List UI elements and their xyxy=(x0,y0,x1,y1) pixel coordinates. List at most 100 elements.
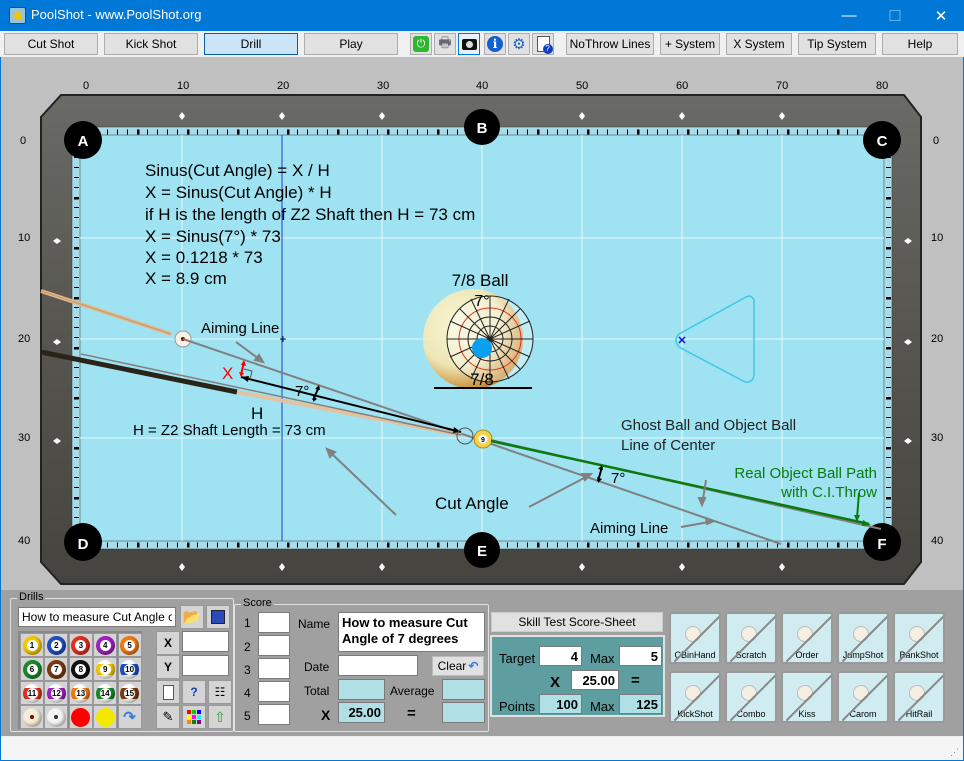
settings-button[interactable]: ⚙ xyxy=(508,33,530,55)
shot-type-jumpshot-button[interactable]: JumpShot xyxy=(837,612,889,664)
plus-system-button[interactable]: + System xyxy=(660,33,720,55)
save-drill-button[interactable] xyxy=(206,605,230,629)
shot-type-bankshot-button[interactable]: BankShot xyxy=(893,612,945,664)
target-value[interactable]: 4 xyxy=(539,646,582,666)
ball-3-button[interactable]: 3 xyxy=(68,633,93,657)
cushion-tick xyxy=(707,542,708,548)
skill-multiplier[interactable]: 25.00 xyxy=(571,670,619,690)
marker-ball-button[interactable] xyxy=(93,705,118,729)
shot-type-kickshot-button[interactable]: KickShot xyxy=(669,671,721,723)
marker-ball-button[interactable] xyxy=(68,705,93,729)
shot-type-label: Kiss xyxy=(798,709,816,719)
score-3-input[interactable] xyxy=(258,658,290,679)
table-canvas[interactable]: 0 10 20 30 40 50 60 70 80 0 10 20 30 40 … xyxy=(1,57,963,590)
shot-type-carom-button[interactable]: Carom xyxy=(837,671,889,723)
clear-button[interactable]: Clear ↶ xyxy=(432,656,484,676)
x-label: X xyxy=(222,364,233,383)
mode-kick-shot-button[interactable]: Kick Shot xyxy=(104,33,198,55)
cushion-tick xyxy=(767,542,768,548)
ball-2-button[interactable]: 2 xyxy=(44,633,69,657)
drill-help-button[interactable]: ? xyxy=(182,680,206,704)
maximize-button[interactable]: ☐ xyxy=(872,0,918,31)
print-button[interactable]: 🖶 xyxy=(434,33,456,55)
shot-type-combo-button[interactable]: Combo xyxy=(725,671,777,723)
cushion-tick xyxy=(287,129,290,135)
edit-notes-button[interactable]: ✎ xyxy=(156,705,180,729)
score-2-input[interactable] xyxy=(258,635,290,656)
y-coordinate-label: Y xyxy=(156,655,180,679)
cushion-tick xyxy=(387,542,390,548)
date-input[interactable] xyxy=(338,655,418,676)
ball-12-button[interactable]: 12 xyxy=(44,681,69,705)
cushion-tick xyxy=(657,129,658,135)
target-max-value[interactable]: 5 xyxy=(619,646,662,666)
help-doc-button[interactable]: ? xyxy=(532,33,554,55)
ball-8-button[interactable]: 8 xyxy=(68,657,93,681)
print-icon: 🖶 xyxy=(438,34,452,50)
score-4-input[interactable] xyxy=(258,681,290,702)
shot-type-hitrail-button[interactable]: HitRail xyxy=(893,671,945,723)
ball-5-button[interactable]: 5 xyxy=(117,633,142,657)
drill-name-input[interactable] xyxy=(18,607,176,627)
cushion-tick xyxy=(157,542,158,548)
drill-name-field[interactable]: How to measure Cut Angle of 7 degrees xyxy=(338,612,485,652)
info-button[interactable]: i xyxy=(484,33,506,55)
mode-cut-shot-button[interactable]: Cut Shot xyxy=(4,33,98,55)
ball-6-button[interactable]: 6 xyxy=(20,657,44,681)
tip-system-button[interactable]: Tip System xyxy=(798,33,876,55)
cushion-tick xyxy=(447,129,448,135)
cushion-tick xyxy=(137,129,140,135)
no-throw-lines-button[interactable]: NoThrow Lines xyxy=(566,33,654,55)
power-button[interactable]: ⏻ xyxy=(410,33,432,55)
cushion-tick xyxy=(886,217,891,218)
ball-15-button[interactable]: 15 xyxy=(117,681,142,705)
x-coordinate-input[interactable] xyxy=(182,631,229,652)
shot-type-kiss-button[interactable]: Kiss xyxy=(781,671,833,723)
mode-play-button[interactable]: Play xyxy=(304,33,398,55)
app-icon xyxy=(9,7,26,24)
mode-drill-button[interactable]: Drill xyxy=(204,33,298,55)
drill-list-button[interactable]: ☷ xyxy=(208,680,232,704)
minimize-button[interactable]: — xyxy=(826,0,872,31)
ball-11-button[interactable]: 11 xyxy=(20,681,44,705)
new-document-icon xyxy=(162,684,174,700)
shot-type-cbinhand-button[interactable]: CBinHand xyxy=(669,612,721,664)
camera-icon xyxy=(461,38,477,50)
help-button[interactable]: Help xyxy=(882,33,958,55)
ball-14-button[interactable]: 14 xyxy=(93,681,118,705)
redo-button[interactable]: ↷ xyxy=(117,705,142,729)
cushion-tick xyxy=(127,129,128,135)
x-system-button[interactable]: X System xyxy=(726,33,792,55)
camera-button[interactable] xyxy=(458,33,480,55)
ball-10-button[interactable]: 10 xyxy=(117,657,142,681)
cushion-tick xyxy=(74,497,79,500)
export-drill-button[interactable]: ⇧ xyxy=(208,705,232,729)
cushion-tick xyxy=(74,487,79,488)
ball-13-button[interactable]: 13 xyxy=(68,681,93,705)
open-drill-button[interactable]: 📂 xyxy=(180,605,204,629)
ball-4-button[interactable]: 4 xyxy=(93,633,118,657)
save-icon xyxy=(211,610,225,624)
cue-ball-button[interactable] xyxy=(20,705,44,729)
y-coordinate-input[interactable] xyxy=(182,655,229,676)
color-palette-button[interactable] xyxy=(182,705,206,729)
new-drill-button[interactable] xyxy=(156,680,180,704)
pool-table[interactable]: A B C D E F Sinus(Cut Angle) = X / H X =… xyxy=(1,57,963,590)
line-of-center-label-1: Ghost Ball and Object Ball xyxy=(621,417,796,434)
ball-7-button[interactable]: 7 xyxy=(44,657,69,681)
pocket-label-b: B xyxy=(477,120,488,137)
cue-ball-button[interactable] xyxy=(44,705,69,729)
cushion-tick xyxy=(74,187,79,188)
ball-11-icon: 11 xyxy=(22,683,42,703)
shot-type-order-button[interactable]: Order xyxy=(781,612,833,664)
score-1-input[interactable] xyxy=(258,612,290,633)
ball-9-button[interactable]: 9 xyxy=(93,657,118,681)
cue-ball-icon xyxy=(22,707,42,727)
pocket-label-f: F xyxy=(877,536,886,553)
ball-1-button[interactable]: 1 xyxy=(20,633,44,657)
shot-type-scratch-button[interactable]: Scratch xyxy=(725,612,777,664)
skill-test-scoresheet-button[interactable]: Skill Test Score-Sheet xyxy=(491,612,663,632)
cushion-tick xyxy=(886,367,891,368)
close-button[interactable]: ✕ xyxy=(918,0,964,31)
score-5-input[interactable] xyxy=(258,704,290,725)
